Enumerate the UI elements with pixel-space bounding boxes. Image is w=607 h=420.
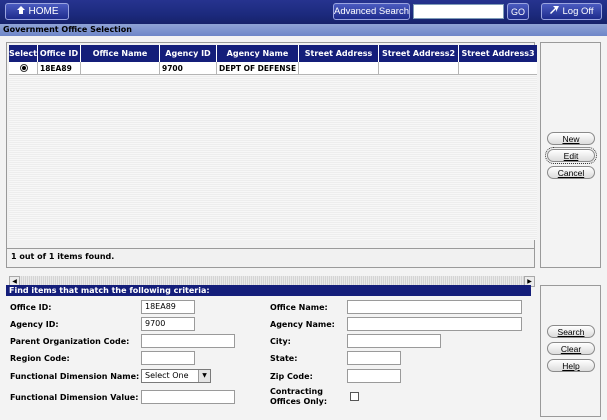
agency-id-label: Agency ID: [10,320,59,329]
column-header-agency-id[interactable]: Agency ID [160,45,217,62]
agency-name-label: Agency Name: [270,320,335,329]
edit-button-label: Edit [563,150,579,161]
cell-street-address2 [379,62,459,75]
column-header-office-name[interactable]: Office Name [81,45,160,62]
contracting-offices-label-line1: Contracting [270,387,323,396]
office-id-field[interactable]: 18EA89 [141,300,195,314]
agency-name-field[interactable] [347,317,522,331]
cell-street-address [299,62,379,75]
top-navigation-bar: HOME Advanced Search GO Log Off [0,0,607,24]
agency-id-field[interactable]: 9700 [141,317,195,331]
column-header-select[interactable]: Select [9,45,38,62]
home-button[interactable]: HOME [5,3,69,20]
cancel-button[interactable]: Cancel [547,166,595,179]
functional-dimension-name-select[interactable]: Select One ▼ [141,369,211,383]
log-off-button[interactable]: Log Off [541,3,602,20]
cell-office-id: 18EA89 [38,62,81,75]
grid-actions-panel: New Edit Cancel [540,42,601,268]
results-count: 1 out of 1 items found. [6,248,535,263]
parent-org-code-field[interactable] [141,334,235,348]
grid-header: Select Office ID Office Name Agency ID A… [9,45,537,62]
log-off-label: Log Off [562,6,594,17]
home-label: HOME [28,6,59,17]
office-id-label: Office ID: [10,303,52,312]
results-grid-panel: Select Office ID Office Name Agency ID A… [6,42,537,287]
quick-search-input[interactable] [413,4,504,19]
contracting-offices-only-checkbox[interactable] [350,392,359,401]
column-header-street-address2[interactable]: Street Address2 [379,45,459,62]
clear-button[interactable]: Clear [547,342,595,355]
search-button[interactable]: Search [547,325,595,338]
functional-dimension-name-value: Select One [145,371,189,380]
search-button-label: Search [557,326,585,337]
row-select-cell[interactable] [9,62,38,75]
zip-code-label: Zip Code: [270,372,313,381]
edit-button[interactable]: Edit [545,147,597,164]
clear-button-label: Clear [560,343,582,354]
column-header-street-address3[interactable]: Street Address3 [459,45,537,62]
go-button[interactable]: GO [507,3,529,20]
results-grid: Select Office ID Office Name Agency ID A… [9,45,537,240]
city-label: City: [270,337,291,346]
cell-agency-name: DEPT OF DEFENSE [217,62,299,75]
log-off-arrow-icon [549,5,560,18]
help-button[interactable]: Help [547,359,595,372]
column-header-street-address[interactable]: Street Address [299,45,379,62]
region-code-field[interactable] [141,351,195,365]
help-button-label: Help [562,360,580,371]
city-field[interactable] [347,334,441,348]
page-title: Government Office Selection [0,24,607,36]
region-code-label: Region Code: [10,354,70,363]
home-arrow-icon [16,5,26,18]
office-name-field[interactable] [347,300,522,314]
cell-street-address3 [459,62,537,75]
column-header-agency-name[interactable]: Agency Name [217,45,299,62]
cell-agency-id: 9700 [160,62,217,75]
column-header-office-id[interactable]: Office ID [38,45,81,62]
search-criteria-panel: Find items that match the following crit… [6,285,531,417]
cell-office-name [81,62,160,75]
search-actions-panel: Search Clear Help [540,285,601,417]
table-row[interactable]: 18EA89 9700 DEPT OF DEFENSE [9,62,537,75]
functional-dimension-value-field[interactable] [141,390,235,404]
state-label: State: [270,354,298,363]
chevron-down-icon[interactable]: ▼ [198,370,210,382]
row-select-radio[interactable] [20,64,28,72]
criteria-title: Find items that match the following crit… [6,285,531,296]
contracting-offices-label-line2: Offices Only: [270,397,328,406]
parent-org-code-label: Parent Organization Code: [10,337,130,346]
functional-dimension-name-label: Functional Dimension Name: [10,372,140,381]
zip-code-field[interactable] [347,369,401,383]
functional-dimension-value-label: Functional Dimension Value: [10,393,139,402]
cancel-button-label: Cancel [557,167,585,178]
new-button[interactable]: New [547,132,595,145]
new-button-label: New [562,133,580,144]
advanced-search-button[interactable]: Advanced Search [333,3,410,20]
office-name-label: Office Name: [270,303,328,312]
state-field[interactable] [347,351,401,365]
